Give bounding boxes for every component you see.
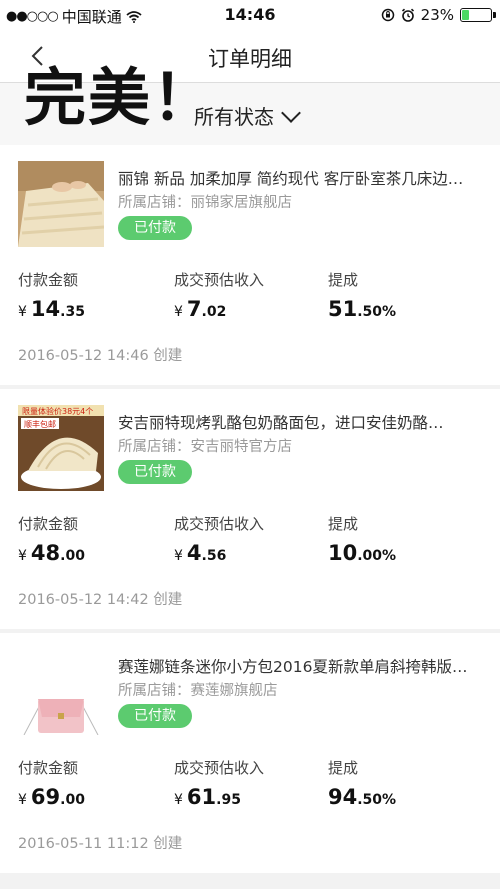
order-card[interactable]: 限量体验价38元4个 顺丰包邮 安吉丽特现烤乳酪包奶酪面包，进口安佳奶酪… 所属…	[0, 389, 500, 629]
shop-name: 所属店铺：安吉丽特官方店	[118, 439, 292, 455]
battery-icon	[460, 8, 496, 22]
product-title[interactable]: 安吉丽特现烤乳酪包奶酪面包，进口安佳奶酪…	[118, 411, 480, 433]
income-value: ¥4.56	[174, 541, 227, 565]
bread-image: 限量体验价38元4个 顺丰包邮	[18, 405, 104, 491]
pay-amount-label: 付款金额	[18, 271, 79, 289]
product-title[interactable]: 丽锦 新品 加柔加厚 简约现代 客厅卧室茶几床边…	[118, 167, 480, 189]
created-time: 2016-05-12 14:46 创建	[18, 348, 183, 364]
pay-amount-value: ¥14.35	[18, 297, 85, 321]
created-time: 2016-05-11 11:12 创建	[18, 836, 183, 852]
commission-label: 提成	[328, 271, 359, 289]
income-value: ¥7.02	[174, 297, 227, 321]
handbag-image	[18, 649, 104, 735]
rotation-lock-icon	[381, 8, 394, 22]
thumb-tag-text: 顺丰包邮	[24, 419, 56, 429]
rug-image	[18, 161, 104, 247]
overlay-caption: 完美！	[24, 61, 217, 134]
commission-value: 10.00%	[328, 541, 397, 565]
pay-amount-label: 付款金额	[18, 515, 79, 533]
income-label: 成交预估收入	[174, 759, 265, 777]
thumb-top-text: 限量体验价38元4个	[22, 406, 93, 416]
income-label: 成交预估收入	[174, 515, 265, 533]
shop-name: 所属店铺：丽锦家居旗舰店	[118, 195, 292, 211]
income-value: ¥61.95	[174, 785, 241, 809]
pay-amount-value: ¥69.00	[18, 785, 85, 809]
product-thumbnail	[18, 161, 104, 247]
commission-label: 提成	[328, 759, 359, 777]
pay-amount-label: 付款金额	[18, 759, 79, 777]
order-card[interactable]: 丽锦 新品 加柔加厚 简约现代 客厅卧室茶几床边… 所属店铺：丽锦家居旗舰店 已…	[0, 145, 500, 385]
shop-name: 所属店铺：赛莲娜旗舰店	[118, 683, 278, 699]
battery-percent: 23%	[420, 6, 454, 24]
status-badge: 已付款	[118, 216, 192, 240]
commission-value: 51.50%	[328, 297, 397, 321]
product-title[interactable]: 赛莲娜链条迷你小方包2016夏新款单肩斜挎韩版…	[118, 655, 480, 677]
order-card[interactable]: 赛莲娜链条迷你小方包2016夏新款单肩斜挎韩版… 所属店铺：赛莲娜旗舰店 已付款…	[0, 633, 500, 873]
status-filter-dropdown[interactable]: 所有状态	[194, 101, 301, 130]
commission-label: 提成	[328, 515, 359, 533]
status-bar: ●●○○○ 中国联通 14:46 23%	[0, 0, 500, 30]
status-badge: 已付款	[118, 460, 192, 484]
income-label: 成交预估收入	[174, 271, 265, 289]
chevron-down-icon	[281, 102, 301, 123]
status-badge: 已付款	[118, 704, 192, 728]
pay-amount-value: ¥48.00	[18, 541, 85, 565]
filter-bar: 完美！ 所有状态	[0, 67, 500, 146]
status-filter-label: 所有状态	[194, 105, 274, 129]
alarm-icon	[401, 8, 414, 22]
commission-value: 94.50%	[328, 785, 397, 809]
product-thumbnail	[18, 649, 104, 735]
created-time: 2016-05-12 14:42 创建	[18, 592, 183, 608]
product-thumbnail: 限量体验价38元4个 顺丰包邮	[18, 405, 104, 491]
